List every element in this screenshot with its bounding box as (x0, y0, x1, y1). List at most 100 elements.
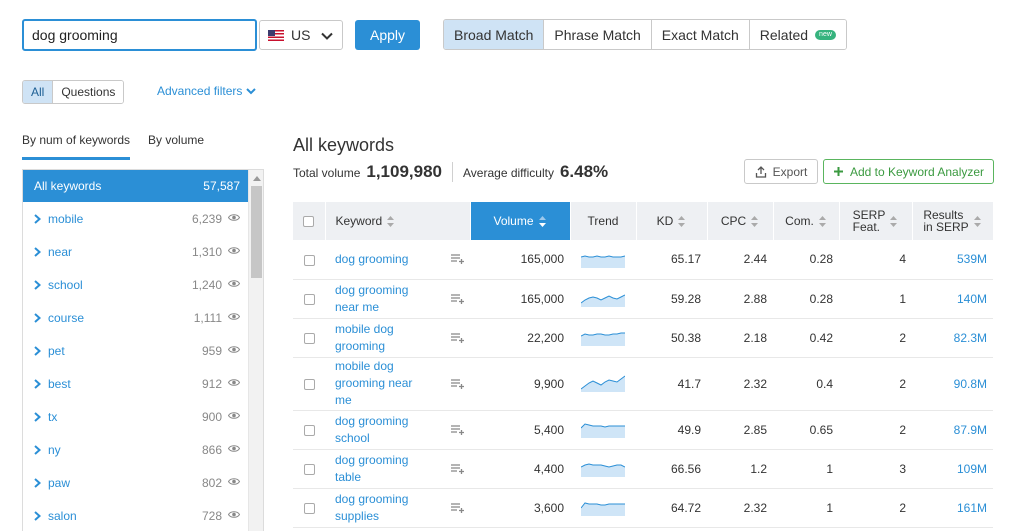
row-checkbox[interactable] (303, 424, 315, 436)
row-checkbox[interactable] (303, 463, 315, 475)
serp-list-icon[interactable] (451, 254, 464, 265)
chevron-right-icon (34, 345, 41, 356)
export-icon (755, 165, 766, 178)
results-link[interactable]: 161M (912, 488, 993, 528)
group-count: 959 (201, 343, 222, 358)
row-checkbox[interactable] (303, 378, 315, 390)
country-select[interactable]: US (259, 20, 343, 50)
cpc-cell: 2.44 (707, 240, 773, 280)
group-item[interactable]: course 1,111 (23, 301, 248, 334)
row-checkbox[interactable] (303, 332, 315, 344)
header-competition[interactable]: Com. (773, 202, 840, 240)
serp-features-cell: 2 (839, 410, 912, 450)
totals-summary: Total volume 1,109,980 Average difficult… (293, 162, 608, 182)
serp-list-icon[interactable] (451, 378, 464, 389)
eye-icon[interactable] (228, 279, 240, 288)
keyword-link[interactable]: dog grooming near me (335, 282, 427, 316)
group-item-all-keywords[interactable]: All keywords 57,587 (23, 170, 248, 202)
tab-related[interactable]: Related new (749, 20, 846, 49)
export-button[interactable]: Export (744, 159, 818, 184)
keyword-link[interactable]: dog grooming supplies (335, 491, 427, 525)
volume-cell: 5,400 (470, 410, 570, 450)
results-link[interactable]: 539M (912, 240, 993, 280)
tab-all[interactable]: All (23, 81, 54, 103)
kd-cell: 41.7 (636, 357, 707, 411)
sidebar-tabs: By num of keywords By volume (22, 133, 204, 160)
row-checkbox[interactable] (303, 502, 315, 514)
eye-icon[interactable] (228, 378, 240, 387)
select-all-checkbox[interactable] (303, 216, 315, 228)
row-checkbox[interactable] (303, 293, 315, 305)
group-item[interactable]: school 1,240 (23, 268, 248, 301)
tab-label: Phrase Match (554, 26, 641, 43)
sort-icon (890, 215, 898, 227)
serp-list-icon[interactable] (451, 502, 464, 513)
keyword-link[interactable]: mobile dog grooming near me (335, 358, 427, 409)
tab-by-num-keywords[interactable]: By num of keywords (22, 133, 131, 160)
serp-list-icon[interactable] (451, 463, 464, 474)
group-count: 912 (201, 376, 222, 391)
row-select-cell (293, 410, 325, 450)
eye-icon[interactable] (228, 477, 240, 486)
keyword-link[interactable]: dog grooming table (335, 452, 427, 486)
volume-cell: 165,000 (470, 279, 570, 319)
add-to-keyword-analyzer-button[interactable]: Add to Keyword Analyzer (823, 159, 994, 184)
tab-broad-match[interactable]: Broad Match (444, 20, 545, 49)
header-volume[interactable]: Volume (470, 202, 571, 240)
advanced-filters-toggle[interactable]: Advanced filters (157, 84, 257, 98)
group-item[interactable]: best 912 (23, 367, 248, 400)
results-link[interactable]: 82.3M (912, 318, 993, 358)
scrollbar-thumb[interactable] (251, 186, 262, 278)
group-item[interactable]: tx 900 (23, 400, 248, 433)
row-select-cell (293, 449, 325, 489)
tab-phrase-match[interactable]: Phrase Match (544, 20, 652, 49)
results-link[interactable]: 109M (912, 449, 993, 489)
results-link[interactable]: 140M (912, 279, 993, 319)
header-keyword[interactable]: Keyword (325, 202, 471, 240)
header-kd[interactable]: KD (636, 202, 708, 240)
group-item[interactable]: ny 866 (23, 433, 248, 466)
keyword-link[interactable]: mobile dog grooming (335, 321, 427, 355)
eye-icon[interactable] (228, 312, 240, 321)
keyword-search-input[interactable] (22, 19, 257, 51)
serp-features-cell: 2 (839, 488, 912, 528)
serp-list-icon[interactable] (451, 332, 464, 343)
eye-icon[interactable] (228, 510, 240, 519)
keyword-link[interactable]: dog grooming school (335, 413, 427, 447)
tab-label: Exact Match (661, 26, 739, 43)
sidebar-scrollbar[interactable] (248, 170, 263, 531)
eye-icon[interactable] (228, 345, 240, 354)
eye-icon[interactable] (228, 444, 240, 453)
tab-by-volume[interactable]: By volume (148, 133, 204, 160)
serp-features-cell: 2 (839, 318, 912, 358)
scroll-up-arrow-icon[interactable] (253, 176, 261, 181)
tab-exact-match[interactable]: Exact Match (651, 20, 750, 49)
tab-questions[interactable]: Questions (53, 81, 124, 103)
group-item[interactable]: pet 959 (23, 334, 248, 367)
eye-icon[interactable] (228, 213, 240, 222)
cpc-cell: 2.85 (707, 410, 773, 450)
results-link[interactable]: 90.8M (912, 357, 993, 411)
country-code: US (291, 27, 311, 43)
trend-cell (570, 318, 636, 358)
serp-list-icon[interactable] (451, 424, 464, 435)
group-item[interactable]: salon 728 (23, 499, 248, 531)
header-results-in-serp[interactable]: Results in SERP (912, 202, 994, 240)
group-item[interactable]: mobile 6,239 (23, 202, 248, 235)
apply-button[interactable]: Apply (355, 20, 420, 50)
competition-cell: 0.28 (773, 279, 839, 319)
table-header-row: Keyword Volume Trend KD CPC Com. SERP Fea… (293, 202, 994, 240)
cpc-cell: 1.2 (707, 449, 773, 489)
row-checkbox[interactable] (303, 254, 315, 266)
chevron-right-icon (34, 279, 41, 290)
header-cpc[interactable]: CPC (707, 202, 774, 240)
group-label: All keywords (34, 179, 102, 193)
keyword-link[interactable]: dog grooming (335, 251, 427, 268)
serp-list-icon[interactable] (451, 293, 464, 304)
group-item[interactable]: paw 802 (23, 466, 248, 499)
group-item[interactable]: near 1,310 (23, 235, 248, 268)
eye-icon[interactable] (228, 411, 240, 420)
results-link[interactable]: 87.9M (912, 410, 993, 450)
header-serp-features[interactable]: SERP Feat. (839, 202, 913, 240)
eye-icon[interactable] (228, 246, 240, 255)
